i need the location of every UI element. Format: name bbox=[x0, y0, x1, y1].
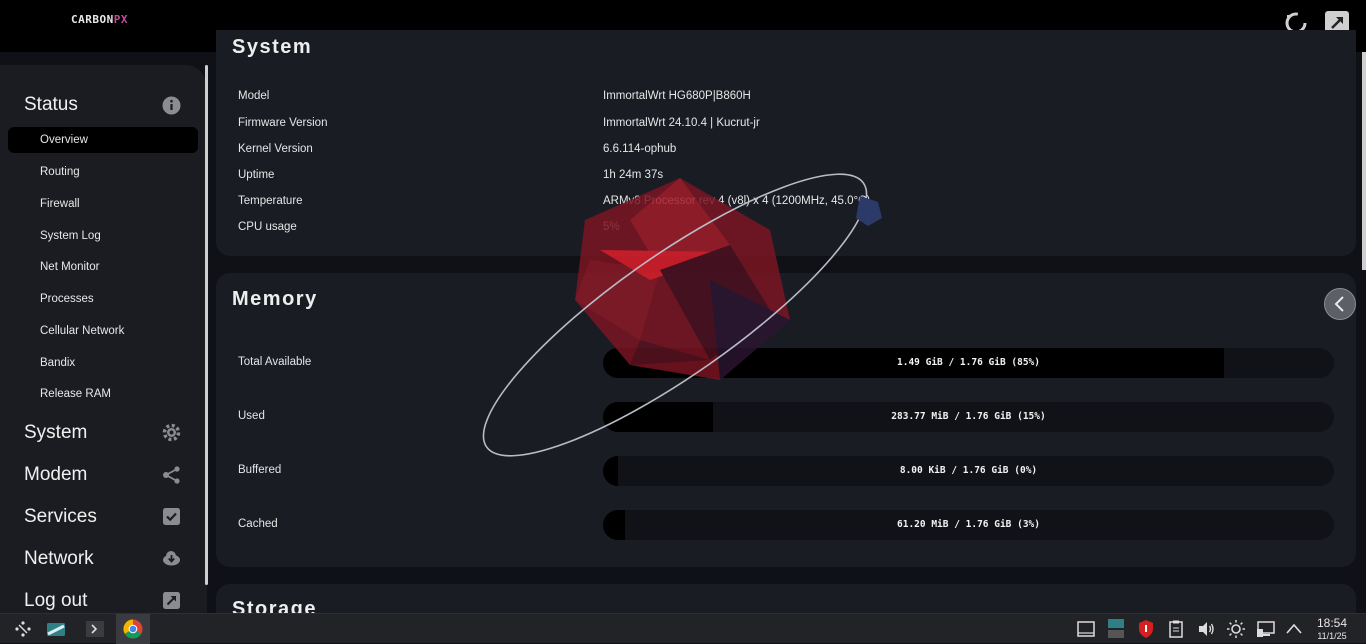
row-value-cpu: 5% bbox=[603, 221, 620, 233]
row-label-uptime: Uptime bbox=[238, 169, 275, 181]
memory-label-total: Total Available bbox=[238, 356, 312, 368]
progress-text-used: 283.77 MiB / 1.76 GiB (15%) bbox=[891, 411, 1046, 422]
sidebar-item-bandix[interactable]: Bandix bbox=[40, 357, 75, 369]
chrome-taskbar-item[interactable] bbox=[116, 614, 150, 644]
chevron-up-icon[interactable] bbox=[1284, 619, 1304, 639]
gear-icon bbox=[162, 423, 181, 442]
sidebar-item-routing[interactable]: Routing bbox=[40, 166, 80, 178]
row-label-cpu: CPU usage bbox=[238, 221, 297, 233]
row-value-uptime: 1h 24m 37s bbox=[603, 169, 664, 181]
system-card-title: System bbox=[232, 36, 313, 58]
app-logo[interactable]: CARBONPX bbox=[71, 13, 128, 26]
network-wired-icon[interactable] bbox=[1256, 619, 1276, 639]
app-launcher-icon[interactable] bbox=[13, 619, 33, 639]
clock[interactable]: 18:54 11/1/25 bbox=[1310, 616, 1354, 641]
shield-icon[interactable] bbox=[1136, 619, 1156, 639]
memory-label-cached: Cached bbox=[238, 518, 278, 530]
row-label-firmware: Firmware Version bbox=[238, 117, 328, 129]
row-value-firmware: ImmortalWrt 24.10.4 | Kucrut-jr bbox=[603, 117, 760, 129]
logo-suffix: PX bbox=[113, 13, 128, 26]
chevron-left-icon bbox=[1334, 296, 1344, 312]
system-card: System Model ImmortalWrt HG680P|B860H Fi… bbox=[216, 30, 1356, 256]
progress-bar-total: 1.49 GiB / 1.76 GiB (85%) bbox=[603, 348, 1334, 378]
brightness-icon[interactable] bbox=[1226, 619, 1246, 639]
progress-bar-buffered: 8.00 KiB / 1.76 GiB (0%) bbox=[603, 456, 1334, 486]
cloud-download-icon bbox=[162, 549, 181, 568]
main-scrollbar[interactable] bbox=[1362, 52, 1366, 270]
row-value-temperature: ARMv8 Processor rev 4 (v8l) x 4 (1200MHz… bbox=[603, 195, 871, 207]
progress-text-cached: 61.20 MiB / 1.76 GiB (3%) bbox=[897, 519, 1040, 530]
row-label-kernel: Kernel Version bbox=[238, 143, 313, 155]
sidebar-section-status[interactable]: Status bbox=[24, 94, 78, 116]
memory-label-used: Used bbox=[238, 410, 265, 422]
progress-text-total: 1.49 GiB / 1.76 GiB (85%) bbox=[897, 357, 1040, 368]
sidebar-item-cellular-network[interactable]: Cellular Network bbox=[40, 325, 124, 337]
collapse-button[interactable] bbox=[1324, 288, 1356, 320]
row-label-model: Model bbox=[238, 90, 270, 102]
sidebar-section-system[interactable]: System bbox=[24, 422, 87, 444]
window-switcher-icon[interactable] bbox=[1106, 619, 1126, 639]
progress-text-buffered: 8.00 KiB / 1.76 GiB (0%) bbox=[899, 465, 1038, 476]
file-manager-icon[interactable] bbox=[46, 619, 66, 639]
external-link-icon bbox=[162, 591, 181, 610]
row-value-model: ImmortalWrt HG680P|B860H bbox=[603, 90, 751, 102]
sidebar-item-net-monitor[interactable]: Net Monitor bbox=[40, 261, 99, 273]
clock-date: 11/1/25 bbox=[1317, 631, 1347, 641]
taskbar: 18:54 11/1/25 bbox=[0, 613, 1366, 644]
progress-bar-cached: 61.20 MiB / 1.76 GiB (3%) bbox=[603, 510, 1334, 540]
progress-bar-used: 283.77 MiB / 1.76 GiB (15%) bbox=[603, 402, 1334, 432]
info-icon bbox=[162, 96, 181, 115]
memory-card: Memory Total Available 1.49 GiB / 1.76 G… bbox=[216, 273, 1356, 567]
terminal-icon[interactable] bbox=[85, 619, 105, 639]
sidebar-section-services[interactable]: Services bbox=[24, 506, 97, 528]
sidebar-section-modem[interactable]: Modem bbox=[24, 464, 87, 486]
sidebar: Status Overview Routing Firewall System … bbox=[0, 65, 207, 613]
row-label-temperature: Temperature bbox=[238, 195, 303, 207]
sidebar-section-network[interactable]: Network bbox=[24, 548, 94, 570]
clipboard-icon[interactable] bbox=[1166, 619, 1186, 639]
memory-label-buffered: Buffered bbox=[238, 464, 282, 476]
sidebar-item-release-ram[interactable]: Release RAM bbox=[40, 388, 111, 400]
show-desktop-icon[interactable] bbox=[1076, 619, 1096, 639]
row-value-kernel: 6.6.114-ophub bbox=[603, 143, 677, 155]
chrome-icon bbox=[123, 619, 143, 639]
sidebar-section-log-out[interactable]: Log out bbox=[24, 590, 87, 612]
sidebar-item-system-log[interactable]: System Log bbox=[40, 230, 101, 242]
clock-time: 18:54 bbox=[1316, 616, 1348, 630]
sidebar-item-overview[interactable]: Overview bbox=[40, 134, 88, 146]
checkbox-icon bbox=[162, 507, 181, 526]
sidebar-item-firewall[interactable]: Firewall bbox=[40, 198, 80, 210]
sidebar-active-highlight bbox=[8, 127, 198, 153]
sidebar-item-processes[interactable]: Processes bbox=[40, 293, 94, 305]
share-icon bbox=[162, 465, 181, 484]
logo-text: CARBON bbox=[71, 13, 114, 26]
sidebar-scrollbar[interactable] bbox=[205, 65, 208, 585]
memory-card-title: Memory bbox=[232, 288, 318, 310]
volume-icon[interactable] bbox=[1196, 619, 1216, 639]
